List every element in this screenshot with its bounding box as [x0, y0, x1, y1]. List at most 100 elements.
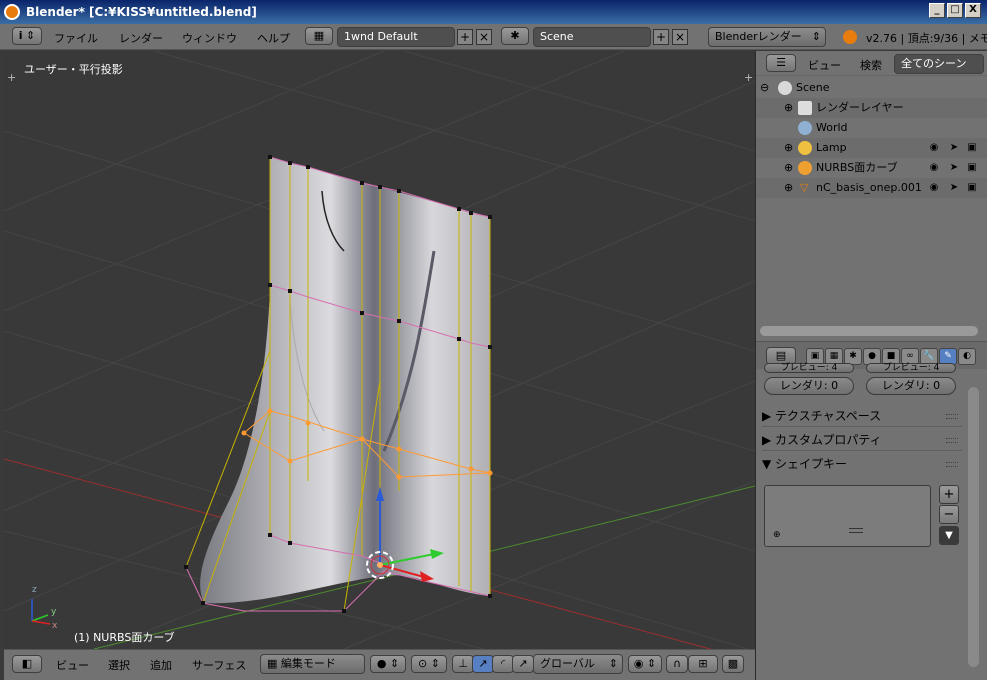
menu-render[interactable]: レンダー: [119, 30, 163, 46]
visibility-eye-icon[interactable]: ◉: [928, 142, 940, 154]
outliner-horizontal-scrollbar[interactable]: [760, 326, 978, 336]
outliner-display-filter-dropdown[interactable]: 全てのシーン: [894, 54, 984, 74]
outliner-row-lamp[interactable]: ⊕ Lamp ◉ ➤ ▣: [756, 138, 987, 158]
axis-x-label: x: [52, 621, 58, 631]
3d-viewport[interactable]: ユーザー・平行投影 (1) NURBS面カーブ z y x + +: [4, 51, 755, 649]
viewport-shading-button[interactable]: ● ⇕: [370, 655, 406, 673]
render-engine-dropdown[interactable]: Blenderレンダー ⇕: [708, 27, 826, 47]
expand-icon[interactable]: ⊕: [784, 138, 793, 158]
selectable-cursor-icon[interactable]: ➤: [948, 162, 960, 174]
scene-name-field[interactable]: Scene: [533, 27, 651, 47]
cube-icon: ◧: [21, 657, 33, 670]
outliner-row-basis[interactable]: ⊕ ▽ nC_basis_onep.001 ◉ ➤ ▣: [756, 178, 987, 198]
renderable-camera-icon[interactable]: ▣: [966, 142, 978, 154]
expand-icon[interactable]: ⊕: [784, 178, 793, 198]
toolshelf-toggle-icon[interactable]: +: [7, 71, 16, 84]
render-icon: ▩: [727, 657, 739, 670]
3d-view-editor-type-button[interactable]: ◧: [12, 655, 42, 673]
window-titlebar: Blender* [C:¥KISS¥untitled.blend] _ □ X: [0, 0, 987, 24]
add-shape-key-button[interactable]: +: [939, 485, 959, 504]
expand-icon[interactable]: ⊕: [784, 158, 793, 178]
outliner-row-world[interactable]: World: [756, 118, 987, 138]
editor-type-button[interactable]: i ⇕: [12, 27, 42, 45]
selectable-cursor-icon[interactable]: ➤: [948, 182, 960, 194]
render-resolution-left[interactable]: レンダリ: 0: [764, 377, 854, 395]
drag-grip-icon[interactable]: [946, 462, 958, 467]
add-scene-button[interactable]: +: [653, 29, 669, 45]
menu-add[interactable]: 追加: [150, 657, 172, 673]
visibility-eye-icon[interactable]: ◉: [928, 182, 940, 194]
delete-scene-button[interactable]: ×: [672, 29, 688, 45]
menu-view[interactable]: ビュー: [56, 657, 89, 673]
right-editor-column: ☰ ビュー 検索 全てのシーン ⊖ Scene ⊕ レンダーレイヤー World…: [755, 51, 987, 680]
3d-view-header: ◧ ビュー 選択 追加 サーフェス ▦ 編集モード ● ⇕ ⊙ ⇕ ⊥ ↗ ◜ …: [4, 649, 755, 680]
shape-keys-list[interactable]: ⊕: [764, 485, 931, 547]
manipulator-toggle-button[interactable]: ⊥: [452, 655, 474, 673]
interaction-mode-dropdown[interactable]: ▦ 編集モード: [260, 654, 365, 674]
remove-shape-key-button[interactable]: −: [939, 505, 959, 524]
drag-grip-icon[interactable]: [946, 438, 958, 443]
shape-key-specials-button[interactable]: ▼: [939, 526, 959, 545]
renderable-camera-icon[interactable]: ▣: [966, 162, 978, 174]
collapse-icon[interactable]: ⊖: [760, 78, 769, 98]
material-tab-icon[interactable]: ◐: [958, 348, 976, 365]
axis-z-label: z: [32, 585, 37, 595]
properties-vertical-scrollbar[interactable]: [968, 387, 979, 667]
lamp-icon: [798, 141, 812, 155]
outliner-view-menu[interactable]: ビュー: [808, 57, 841, 73]
preview-resolution-right[interactable]: プレビュー: 4: [866, 363, 956, 373]
rotate-manipulator-button[interactable]: ◜: [492, 655, 514, 673]
layout-selector-button[interactable]: ▦: [305, 27, 333, 45]
viewport-canvas: [4, 51, 755, 649]
scale-manipulator-button[interactable]: ↗: [512, 655, 534, 673]
drag-grip-icon[interactable]: [946, 414, 958, 419]
view-mode-label: ユーザー・平行投影: [24, 63, 123, 76]
menu-surface[interactable]: サーフェス: [192, 657, 246, 673]
render-resolution-right[interactable]: レンダリ: 0: [866, 377, 956, 395]
close-button[interactable]: X: [965, 3, 981, 18]
proportional-edit-button[interactable]: ◉ ⇕: [628, 655, 662, 673]
selectable-cursor-icon[interactable]: ➤: [948, 142, 960, 154]
list-resize-handle-icon[interactable]: [849, 528, 863, 533]
expand-icon[interactable]: ⊕: [784, 98, 793, 118]
outliner-search-menu[interactable]: 検索: [860, 57, 882, 73]
delete-layout-button[interactable]: ×: [476, 29, 492, 45]
outliner-row-nurbs[interactable]: ⊕ NURBS面カーブ ◉ ➤ ▣: [756, 158, 987, 178]
snap-increment-icon: ⊞: [698, 657, 708, 670]
maximize-button[interactable]: □: [947, 3, 963, 18]
layout-name-field[interactable]: 1wnd Default: [337, 27, 455, 47]
outliner-row-scene[interactable]: ⊖ Scene: [756, 78, 987, 98]
pivot-point-button[interactable]: ⊙ ⇕: [411, 655, 447, 673]
arrow-icon: ↗: [478, 657, 488, 670]
manipulator-icon: ⊥: [458, 657, 468, 670]
menu-window[interactable]: ウィンドウ: [182, 30, 237, 46]
snap-toggle-button[interactable]: ∩: [666, 655, 688, 673]
outliner-editor-type-button[interactable]: ☰: [766, 54, 796, 72]
render-preview-button[interactable]: ▩: [722, 655, 744, 673]
panel-shape-keys[interactable]: ▼ シェイプキー: [762, 453, 962, 475]
outliner-row-render-layers[interactable]: ⊕ レンダーレイヤー: [756, 98, 987, 118]
active-object-label: (1) NURBS面カーブ: [74, 631, 175, 644]
snap-element-button[interactable]: ⊞: [688, 655, 718, 673]
renderable-camera-icon[interactable]: ▣: [966, 182, 978, 194]
pivot-icon: ⊙ ⇕: [418, 657, 440, 670]
chevron-updown-icon: ⇕: [811, 30, 821, 43]
menu-file[interactable]: ファイル: [54, 30, 98, 46]
axis-gizmo: [31, 599, 51, 625]
menu-help[interactable]: ヘルプ: [257, 30, 290, 46]
translate-manipulator-button[interactable]: ↗: [472, 655, 494, 673]
outliner-tree: ⊖ Scene ⊕ レンダーレイヤー World ⊕ Lamp ◉ ➤ ▣ ⊕ …: [756, 76, 987, 318]
visibility-eye-icon[interactable]: ◉: [928, 162, 940, 174]
add-layout-button[interactable]: +: [457, 29, 473, 45]
scene-selector-button[interactable]: ✱: [501, 27, 529, 45]
properties-toggle-icon[interactable]: +: [744, 71, 753, 84]
panel-texture-space[interactable]: ▶ テクスチャスペース: [762, 405, 962, 427]
proportional-icon: ◉ ⇕: [633, 657, 657, 670]
preview-resolution-left[interactable]: プレビュー: 4: [764, 363, 854, 373]
menu-select[interactable]: 選択: [108, 657, 130, 673]
transform-orientation-dropdown[interactable]: グローバル ⇕: [533, 654, 623, 674]
world-icon: [798, 121, 812, 135]
panel-custom-properties[interactable]: ▶ カスタムプロパティ: [762, 429, 962, 451]
minimize-button[interactable]: _: [929, 3, 945, 18]
list-filter-icon[interactable]: ⊕: [773, 530, 781, 540]
